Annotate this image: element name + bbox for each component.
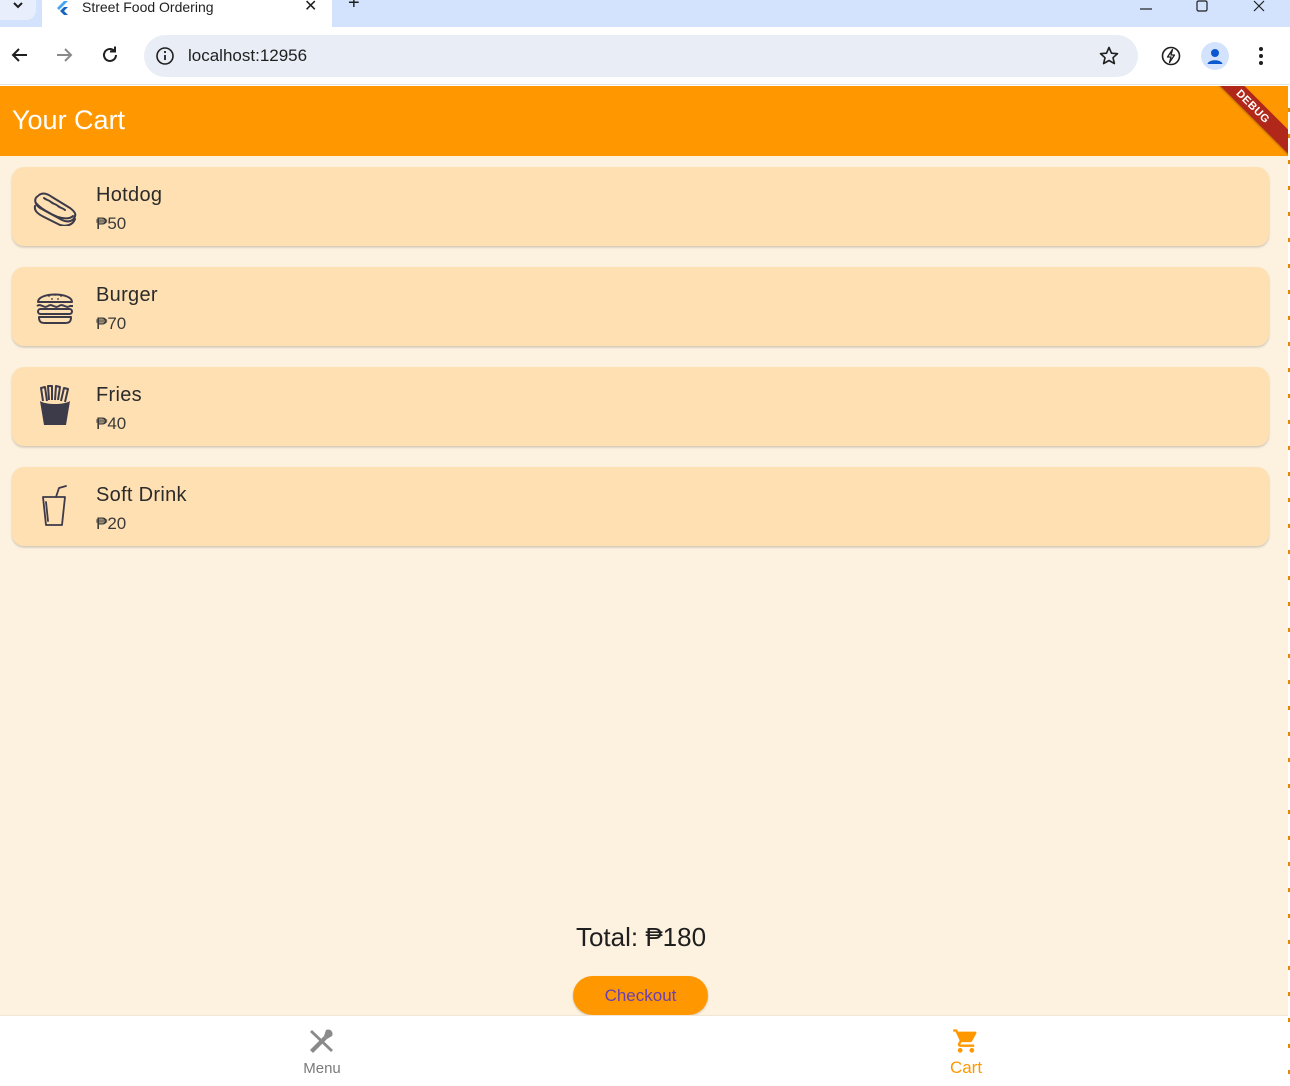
app-viewport: Your Cart DEBUG Hotdog ₱50 Burger ₱70 Fr… [0, 86, 1288, 1086]
cart-item-soft-drink[interactable]: Soft Drink ₱20 [12, 467, 1269, 546]
close-icon[interactable]: ✕ [304, 0, 317, 16]
item-price: ₱70 [96, 314, 127, 333]
nav-tab-menu[interactable]: Menu [0, 1016, 644, 1086]
item-name: Fries [96, 384, 142, 406]
item-name: Burger [96, 284, 158, 306]
url-text: localhost:12956 [188, 46, 308, 65]
fries-icon [32, 385, 78, 427]
item-name: Hotdog [96, 184, 163, 206]
flutter-icon [57, 1, 68, 15]
browser-tab[interactable]: Street Food Ordering ✕ [42, 0, 332, 27]
more-vert-icon[interactable] [1246, 41, 1276, 71]
star-icon[interactable] [1098, 45, 1120, 67]
checkout-button[interactable]: Checkout [573, 976, 708, 1015]
soft-drink-icon [32, 485, 78, 527]
maximize-icon[interactable] [1190, 0, 1214, 18]
minimize-icon[interactable] [1134, 0, 1158, 18]
address-bar[interactable]: localhost:12956 [144, 35, 1138, 77]
cart-total: Total: ₱180 [575, 922, 707, 952]
cart-item-hotdog[interactable]: Hotdog ₱50 [12, 167, 1269, 246]
nav-tab-menu-label: Menu [303, 1060, 341, 1077]
performance-icon[interactable] [1156, 41, 1186, 71]
app-bar: Your Cart DEBUG [0, 86, 1288, 159]
forward-arrow-icon[interactable] [50, 41, 78, 69]
restaurant-menu-icon [307, 1026, 337, 1056]
chevron-down-icon [13, 2, 23, 9]
item-name: Soft Drink [96, 484, 187, 506]
back-arrow-icon[interactable] [6, 41, 34, 69]
nav-tab-cart-label: Cart [949, 1058, 983, 1077]
cart-item-fries[interactable]: Fries ₱40 [12, 367, 1269, 446]
window-close-icon[interactable] [1247, 0, 1271, 18]
item-price: ₱50 [96, 214, 127, 233]
bottom-navigation-bar: Menu Cart [0, 1015, 1288, 1086]
profile-avatar-icon[interactable] [1201, 42, 1229, 70]
shopping-cart-icon [951, 1026, 981, 1056]
item-price: ₱40 [96, 414, 127, 433]
item-price: ₱20 [96, 514, 127, 533]
tab-title: Street Food Ordering [82, 0, 214, 15]
info-icon[interactable] [154, 45, 176, 67]
page-title: Your Cart [12, 105, 126, 135]
cart-item-burger[interactable]: Burger ₱70 [12, 267, 1269, 346]
nav-tab-cart[interactable]: Cart [644, 1016, 1288, 1086]
reload-icon[interactable] [96, 41, 124, 69]
tab-search-button[interactable] [0, 0, 36, 20]
debug-banner-label: DEBUG [1233, 87, 1273, 126]
hotdog-icon [32, 185, 78, 227]
new-tab-button[interactable]: + [348, 0, 360, 15]
burger-icon [32, 285, 78, 327]
debug-banner: DEBUG [1201, 86, 1288, 159]
browser-tab-strip: Street Food Ordering ✕ + [0, 0, 1290, 27]
cart-list: Hotdog ₱50 Burger ₱70 Fries ₱40 Soft Dri… [12, 167, 1269, 567]
browser-toolbar: localhost:12956 [0, 27, 1290, 85]
